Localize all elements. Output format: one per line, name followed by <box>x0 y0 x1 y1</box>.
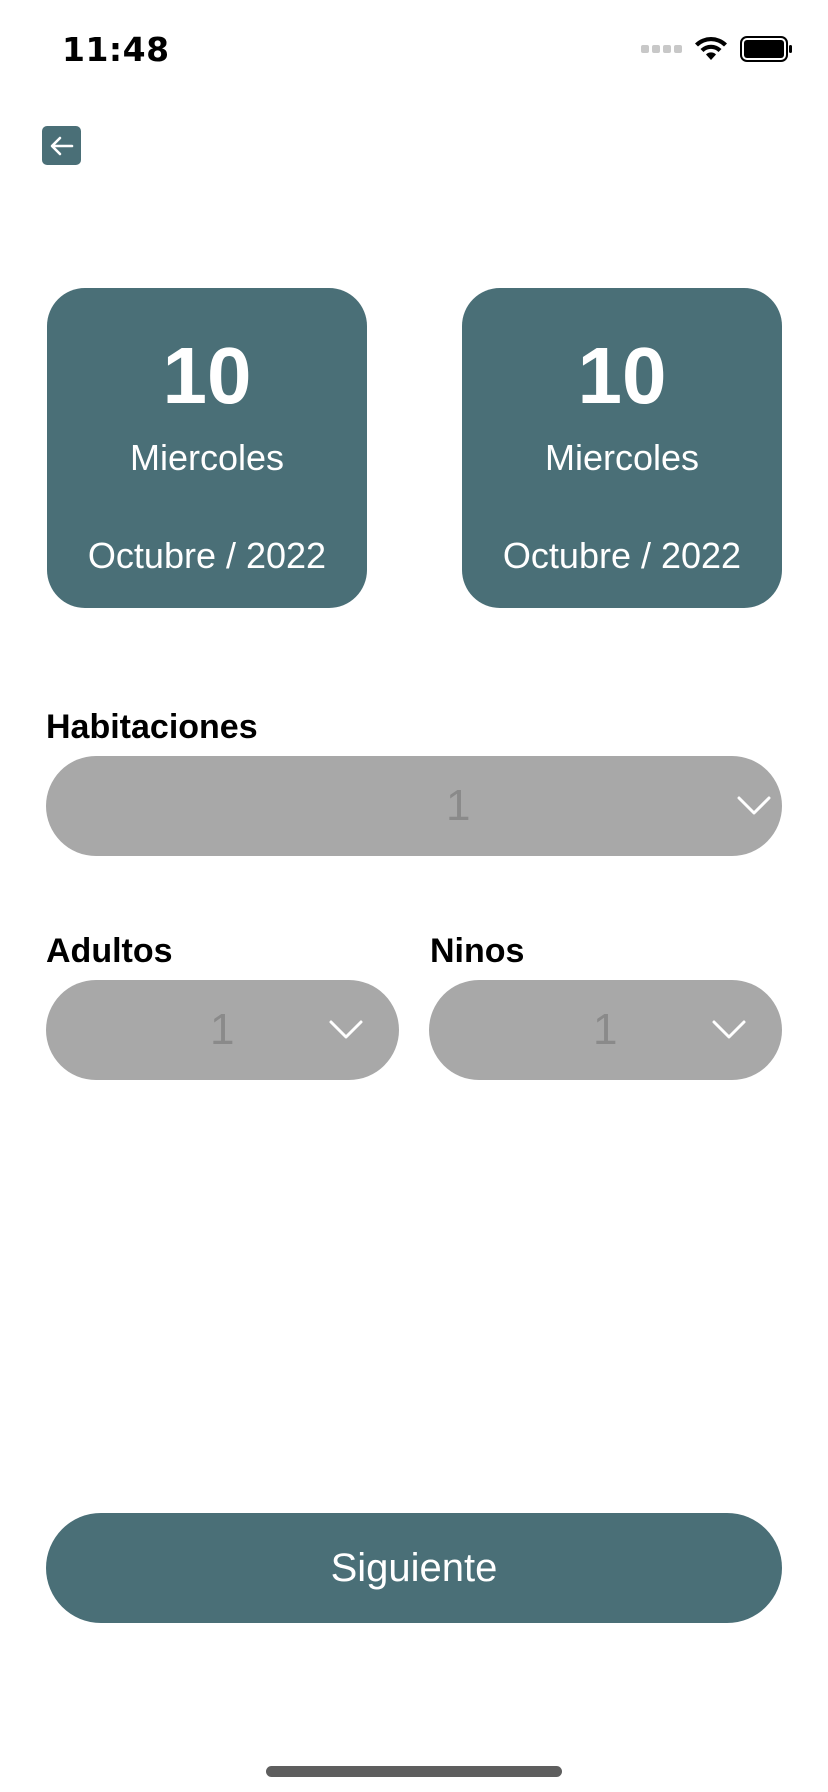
chevron-down-icon <box>712 1020 746 1039</box>
check-out-date-card[interactable]: 10 Miercoles Octubre / 2022 <box>462 288 782 608</box>
chevron-down-icon <box>329 1020 363 1039</box>
check-out-month-year: Octubre / 2022 <box>502 535 742 576</box>
adults-select[interactable]: 1 <box>46 980 399 1080</box>
rooms-value: 1 <box>446 781 471 830</box>
chevron-down-icon <box>737 796 771 815</box>
check-out-day: 10 <box>577 331 667 420</box>
wifi-icon <box>694 36 728 62</box>
children-value: 1 <box>593 1005 618 1054</box>
adults-value: 1 <box>210 1005 235 1054</box>
rooms-label: Habitaciones <box>46 708 258 746</box>
check-in-date-card[interactable]: 10 Miercoles Octubre / 2022 <box>47 288 367 608</box>
check-in-month-year: Octubre / 2022 <box>87 535 327 576</box>
cellular-signal-icon <box>641 45 682 53</box>
children-label: Ninos <box>430 932 525 970</box>
back-button[interactable] <box>42 126 81 165</box>
status-time: 11:48 <box>62 30 170 69</box>
children-select[interactable]: 1 <box>429 980 782 1080</box>
home-indicator[interactable] <box>266 1766 562 1777</box>
check-in-weekday: Miercoles <box>129 437 285 478</box>
check-out-weekday: Miercoles <box>544 437 700 478</box>
arrow-left-icon <box>50 136 73 155</box>
rooms-select[interactable]: 1 <box>46 756 782 856</box>
status-indicators <box>641 36 794 62</box>
next-button[interactable]: Siguiente <box>46 1513 782 1623</box>
adults-label: Adultos <box>46 932 173 970</box>
booking-screen: 11:48 10 Miercoles Octubre / 2022 10 Mie… <box>0 0 828 1792</box>
check-in-day: 10 <box>162 331 252 420</box>
battery-icon <box>740 36 794 62</box>
